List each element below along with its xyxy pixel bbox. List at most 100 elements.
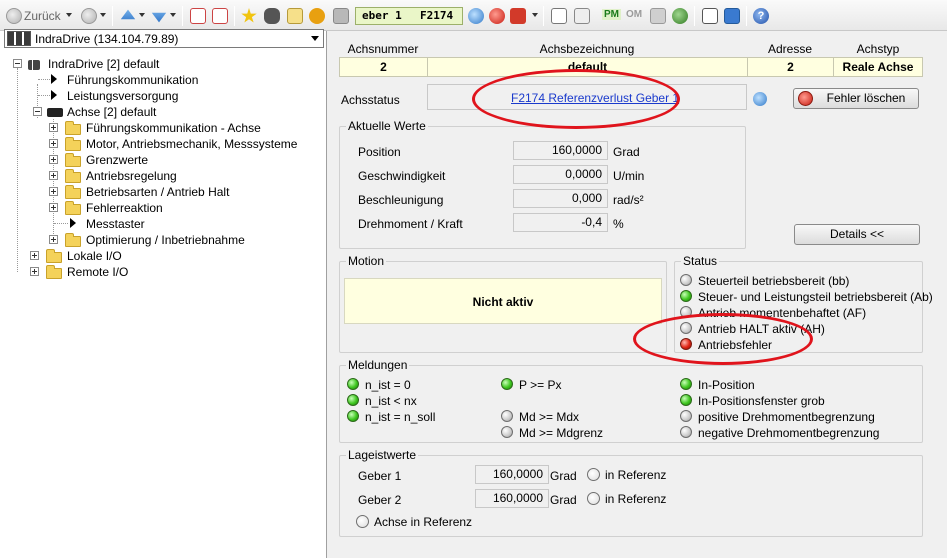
meldung-label: P >= Px (519, 378, 562, 392)
folder-icon (46, 249, 62, 263)
globe-icon[interactable] (753, 92, 767, 106)
back-dropdown-icon[interactable] (66, 13, 72, 17)
status-title: Status (681, 254, 720, 268)
geber2-unit: Grad (550, 493, 577, 507)
parameter-node-icon (51, 74, 57, 84)
axis-icon (47, 108, 63, 117)
clear-error-icon (798, 91, 813, 106)
beschleunigung-unit: rad/s² (613, 193, 644, 207)
arrow-up-icon[interactable] (120, 9, 136, 20)
toolbar-separator (543, 6, 544, 26)
tree-item-label: Leistungsversorgung (67, 89, 179, 103)
drehmoment-label: Drehmoment / Kraft (358, 217, 463, 231)
transfer-icon[interactable] (672, 8, 688, 24)
tree-expand-toggle[interactable] (49, 139, 58, 148)
tree-expand-toggle[interactable] (49, 171, 58, 180)
folder-icon (65, 201, 81, 215)
globe-icon[interactable] (468, 8, 484, 24)
position-label: Position (358, 145, 401, 159)
details-button[interactable]: Details << (794, 224, 920, 245)
calculator-icon[interactable] (287, 8, 303, 24)
status-led-ab (680, 290, 692, 302)
meldung-led (680, 410, 692, 422)
help-icon[interactable]: ? (753, 8, 769, 24)
error-code-display: eber 1 F2174 (355, 7, 463, 25)
favorite-star-icon[interactable] (241, 8, 257, 23)
tree-expand-toggle[interactable] (30, 267, 39, 276)
forward-dropdown-icon[interactable] (100, 13, 106, 17)
phase-icon[interactable] (650, 8, 666, 24)
device-icon[interactable] (333, 8, 349, 24)
achse-ref-label: Achse in Referenz (374, 515, 473, 529)
om-mode-button[interactable]: OM (626, 9, 642, 20)
tree-expand-toggle[interactable] (49, 155, 58, 164)
parameter-write-icon[interactable] (212, 8, 228, 24)
folder-icon (65, 169, 81, 183)
tree-item-label: Remote I/O (67, 265, 129, 279)
tree-item-label: Grenzwerte (86, 153, 149, 167)
drive-enable-icon[interactable] (510, 8, 526, 24)
drive-enable-dropdown-icon[interactable] (532, 13, 538, 17)
error-code-axis: eber 1 (362, 9, 402, 22)
meldung-led (501, 410, 513, 422)
adresse-value: 2 (747, 57, 834, 77)
clear-error-icon[interactable] (489, 8, 505, 24)
header-achsnummer: Achsnummer (347, 42, 419, 56)
pm-mode-button[interactable]: PM (602, 9, 621, 20)
binoculars-icon[interactable] (264, 8, 280, 24)
parameter-read-icon[interactable] (190, 8, 206, 24)
forward-arrow-icon[interactable] (81, 8, 97, 24)
back-arrow-icon[interactable] (6, 8, 22, 24)
diagnosis-icon[interactable] (574, 8, 590, 24)
geber1-ref-radio[interactable] (587, 468, 600, 481)
geschwindigkeit-label: Geschwindigkeit (358, 169, 446, 183)
drive-device-icon (7, 31, 31, 46)
window-split-icon[interactable] (724, 8, 740, 24)
drive-select[interactable]: IndraDrive (134.104.79.89) (4, 29, 324, 48)
chart-icon[interactable] (551, 8, 567, 24)
achse-ref-radio[interactable] (356, 515, 369, 528)
tree-expand-toggle[interactable] (30, 251, 39, 260)
arrow-down-icon[interactable] (151, 12, 167, 23)
tree-line (17, 68, 18, 272)
tree-line (54, 223, 68, 224)
window-icon[interactable] (702, 8, 718, 24)
toolbar-separator (746, 6, 747, 26)
meldung-label: Md >= Mdx (519, 410, 580, 424)
meldung-led (680, 426, 692, 438)
meldung-label: n_ist = n_soll (365, 410, 436, 424)
tree-expand-toggle[interactable] (49, 235, 58, 244)
toolbar-separator (112, 6, 113, 26)
oscilloscope-icon[interactable] (309, 8, 325, 24)
geber1-ref-label: in Referenz (605, 468, 667, 482)
back-button[interactable]: Zurück (24, 9, 61, 23)
folder-icon (65, 121, 81, 135)
clear-error-button[interactable]: Fehler löschen (793, 88, 919, 109)
geber2-ref-radio[interactable] (587, 492, 600, 505)
meldung-label: In-Position (698, 378, 755, 392)
tree-item-label: Optimierung / Inbetriebnahme (86, 233, 245, 247)
tree-item-label: Führungskommunikation - Achse (86, 121, 261, 135)
tree-expand-toggle[interactable] (49, 203, 58, 212)
arrow-down-dropdown-icon[interactable] (170, 13, 176, 17)
status-label-ab: Steuer- und Leistungsteil betriebsbereit… (698, 290, 933, 304)
chevron-down-icon[interactable] (311, 36, 319, 41)
meldung-led (501, 378, 513, 390)
header-achstyp: Achstyp (856, 42, 900, 56)
annotation-ellipse-fault (633, 313, 813, 365)
meldung-label: n_ist < nx (365, 394, 417, 408)
meldung-led (501, 426, 513, 438)
tree-collapse-toggle[interactable] (13, 59, 22, 68)
meldung-label: Md >= Mdgrenz (519, 426, 604, 440)
tree-collapse-toggle[interactable] (33, 107, 42, 116)
geber1-value: 160,0000 (475, 465, 549, 484)
tree-expand-toggle[interactable] (49, 187, 58, 196)
arrow-up-dropdown-icon[interactable] (139, 13, 145, 17)
tree-line (38, 95, 50, 96)
tree-item-label: Lokale I/O (67, 249, 122, 263)
meldung-label: n_ist = 0 (365, 378, 411, 392)
achsnummer-value: 2 (339, 57, 428, 77)
tree-expand-toggle[interactable] (49, 123, 58, 132)
tree-item-label: IndraDrive [2] default (48, 57, 160, 71)
toolbar-separator (694, 6, 695, 26)
